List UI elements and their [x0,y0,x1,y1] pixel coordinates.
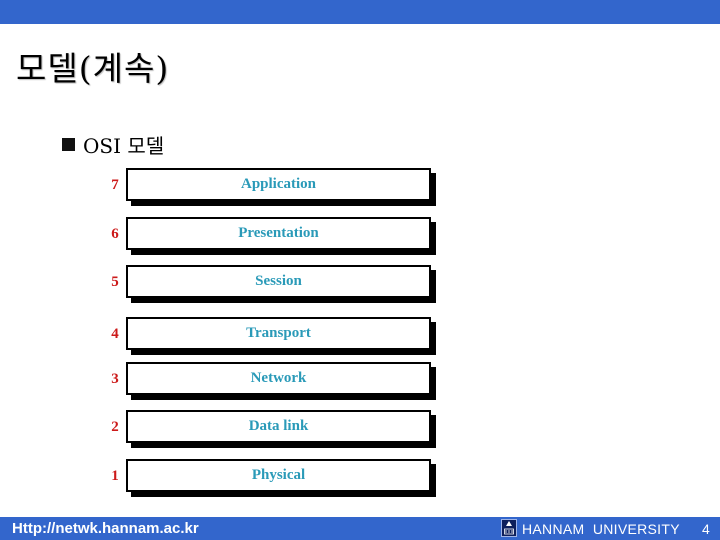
layer-label: Session [255,273,302,289]
layer-label: Transport [246,325,311,341]
layer-label: Network [250,370,307,386]
layer-box: Presentation [126,217,431,250]
square-bullet-icon [62,138,75,151]
layer-number: 1 [111,468,119,484]
layer-box: Application [126,168,431,201]
footer-url[interactable]: Http://netwk.hannam.ac.kr [12,520,199,537]
layer-number: 3 [111,371,119,387]
layer-box: Transport [126,317,431,350]
layer-number: 5 [111,274,119,290]
page-number: 4 [702,521,710,537]
bullet-item: OSI 모델 [62,130,164,159]
slide-title: 모델(계속) [16,49,170,88]
layer-box: Physical [126,459,431,492]
layer-box: Network [126,362,431,395]
footer-bar: Http://netwk.hannam.ac.kr HANNAM UNIVERS… [0,517,720,540]
layer-label: Application [240,176,316,192]
layer-box: Data link [126,410,431,443]
hannam-university-logo-icon [501,519,517,537]
layer-label: Presentation [238,225,319,241]
layer-number: 6 [111,226,119,242]
layer-number: 4 [111,326,119,342]
layer-box: Session [126,265,431,298]
layer-label: Physical [251,467,306,483]
layer-number: 2 [111,419,119,435]
bullet-text: OSI 모델 [83,134,165,158]
layer-number: 7 [111,177,119,193]
top-banner [0,0,720,24]
university-name: HANNAM UNIVERSITY [522,521,680,537]
layer-label: Data link [248,418,309,434]
